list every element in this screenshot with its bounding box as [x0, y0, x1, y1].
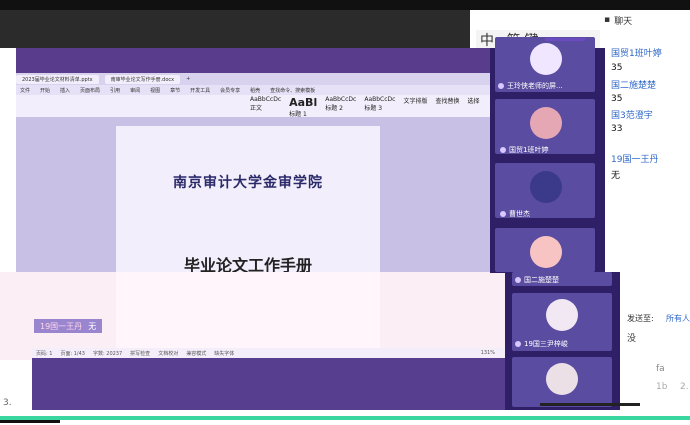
participant-name: 19国三尹梓峻: [524, 340, 568, 348]
doc-tab-2[interactable]: 南审毕业论文写作手册.docx: [104, 74, 181, 84]
menu-layout[interactable]: 页面布局: [80, 87, 100, 94]
menu-view[interactable]: 视图: [150, 87, 160, 94]
chat-sender: 国二施楚楚: [611, 81, 657, 91]
menu-member[interactable]: 会员专享: [220, 87, 240, 94]
toast-sender: 19国一王丹: [40, 321, 83, 331]
style-normal[interactable]: AaBbCcDc 正文: [250, 96, 281, 118]
chat-fragment: 1b: [656, 382, 668, 392]
status-compat: 兼容模式: [186, 350, 207, 357]
meeting-toolbar: [0, 10, 470, 48]
find-replace-button[interactable]: 查找替换: [435, 96, 459, 118]
ime-mode[interactable]: 中: [480, 30, 494, 50]
bottom-left-text: 3.: [3, 398, 12, 408]
video-tile[interactable]: 国二施楚楚: [512, 272, 612, 286]
chat-icon: ▪: [604, 15, 611, 25]
video-tile[interactable]: 国贸1班叶婷: [495, 99, 595, 154]
microphone-icon: [500, 211, 506, 217]
status-proof[interactable]: 文档校对: [158, 350, 178, 357]
status-font[interactable]: 缺失字体: [214, 350, 234, 357]
video-tile[interactable]: 19国三尹梓峻: [512, 293, 612, 351]
school-name: 南京审计大学金审学院: [173, 175, 323, 191]
chat-fragment: fa: [656, 364, 665, 374]
zoom-level[interactable]: 131%: [481, 350, 505, 356]
render-artifact: [0, 420, 60, 423]
video-tile[interactable]: [512, 357, 612, 407]
style-heading2[interactable]: AaBbCcDc 标题 2: [325, 96, 356, 118]
wps-status-bar: 页码: 1 页面: 1/43 字数: 20237 拼写检查 文档校对 兼容模式 …: [32, 348, 505, 358]
new-tab-icon[interactable]: +: [186, 76, 190, 82]
menu-insert[interactable]: 插入: [60, 87, 70, 94]
menu-file[interactable]: 文件: [20, 87, 30, 94]
status-spell[interactable]: 拼写检查: [130, 350, 150, 357]
menu-dev[interactable]: 开发工具: [190, 87, 210, 94]
participant-name: 曹世杰: [509, 210, 530, 218]
menu-docer[interactable]: 稻壳: [250, 87, 260, 94]
toast-text: 无: [88, 321, 97, 331]
chat-sender: 19国一王丹: [611, 155, 659, 165]
video-tile[interactable]: 王玲侠老师的屏...: [495, 37, 595, 92]
chat-sender: 国3范澄宇: [611, 111, 653, 121]
participant-name: 王玲侠老师的屏...: [507, 82, 563, 90]
avatar: [546, 363, 578, 395]
chat-message: 无: [611, 171, 621, 181]
chat-message: 35: [611, 63, 623, 73]
microphone-icon: [515, 341, 521, 347]
status-pages: 页面: 1/43: [60, 350, 85, 357]
microphone-icon: [500, 147, 506, 153]
shared-screen-bottom: [32, 358, 505, 410]
doc-tab-1[interactable]: 2023届毕业论文材料清单.pptx: [16, 74, 99, 84]
render-artifact: [545, 38, 585, 41]
wps-tab-bar: 2023届毕业论文材料清单.pptx 南审毕业论文写作手册.docx +: [16, 73, 490, 85]
document-page[interactable]: [116, 126, 380, 273]
status-page: 页码: 1: [36, 350, 53, 357]
top-dark-bar: [0, 0, 690, 10]
avatar: [546, 299, 578, 331]
avatar: [530, 43, 562, 75]
send-to-label: 发送至:: [627, 314, 654, 323]
wps-menu: 文件 开始 插入 页面布局 引用 审阅 视图 章节 开发工具 会员专享 稻壳 查…: [16, 85, 490, 95]
text-layout-button[interactable]: 文字排版: [403, 96, 427, 118]
render-artifact: [540, 403, 640, 406]
select-button[interactable]: 选择: [468, 96, 480, 118]
style-heading3[interactable]: AaBbCcDc 标题 3: [364, 96, 395, 118]
chat-header: ▪ 聊天: [600, 10, 690, 30]
menu-review[interactable]: 审阅: [130, 87, 140, 94]
participant-name: 国二施楚楚: [524, 276, 559, 284]
video-tile[interactable]: [495, 228, 595, 272]
document-page-lower: [116, 272, 380, 358]
participant-name: 国贸1班叶婷: [509, 146, 549, 154]
menu-references[interactable]: 引用: [110, 87, 120, 94]
chat-input-text[interactable]: 没: [627, 331, 636, 344]
avatar: [530, 236, 562, 268]
menu-home[interactable]: 开始: [40, 87, 50, 94]
chat-toast[interactable]: 19国一王丹 无: [34, 319, 103, 333]
chat-message: 35: [611, 94, 623, 104]
style-gallery[interactable]: AaBbCcDc 正文 AaBl 标题 1 AaBbCcDc 标题 2 AaBbCcD…: [250, 96, 480, 118]
style-heading1[interactable]: AaBl 标题 1: [289, 96, 317, 118]
avatar: [530, 171, 562, 203]
menu-search[interactable]: 查找命令、搜索模板: [270, 87, 315, 94]
status-words: 字数: 20237: [92, 350, 123, 357]
send-to-select[interactable]: 所有人: [666, 313, 690, 324]
menu-section[interactable]: 章节: [170, 87, 180, 94]
chat-message: 33: [611, 124, 623, 134]
chat-title: 聊天: [614, 16, 633, 27]
microphone-icon: [498, 83, 504, 89]
chat-fragment: 2.: [680, 382, 689, 392]
chat-sender: 国贸1班叶婷: [611, 49, 662, 59]
avatar: [530, 107, 562, 139]
bottom-accent: [0, 416, 690, 420]
video-tile[interactable]: 曹世杰: [495, 163, 595, 218]
microphone-icon: [515, 277, 521, 283]
